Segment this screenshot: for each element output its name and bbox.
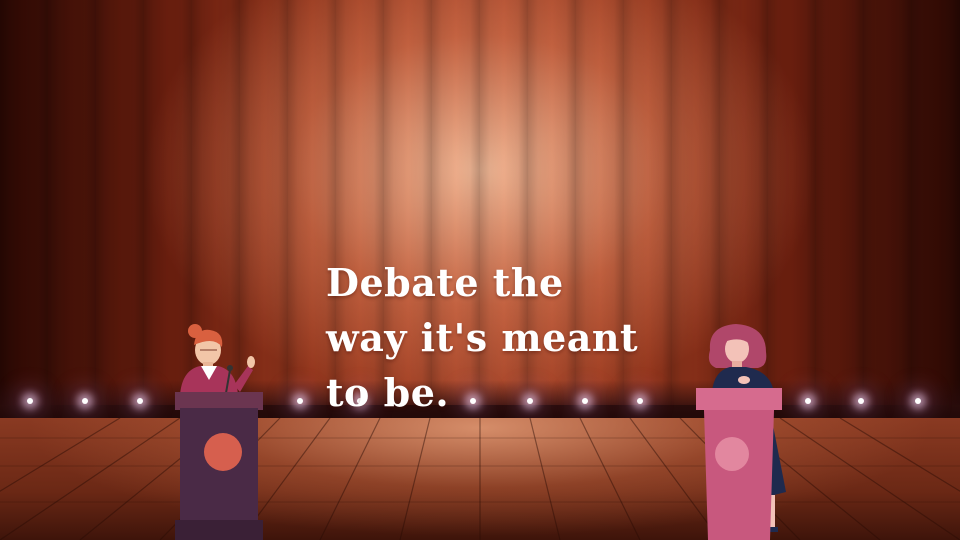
headline-line-1: Debate the bbox=[326, 260, 564, 305]
headline-line-2: way it's meant bbox=[326, 315, 639, 360]
headline-line-3: to be. bbox=[326, 370, 450, 415]
debate-stage: Debate the way it's meant to be. bbox=[0, 0, 960, 540]
headline: Debate the way it's meant to be. bbox=[326, 255, 686, 420]
